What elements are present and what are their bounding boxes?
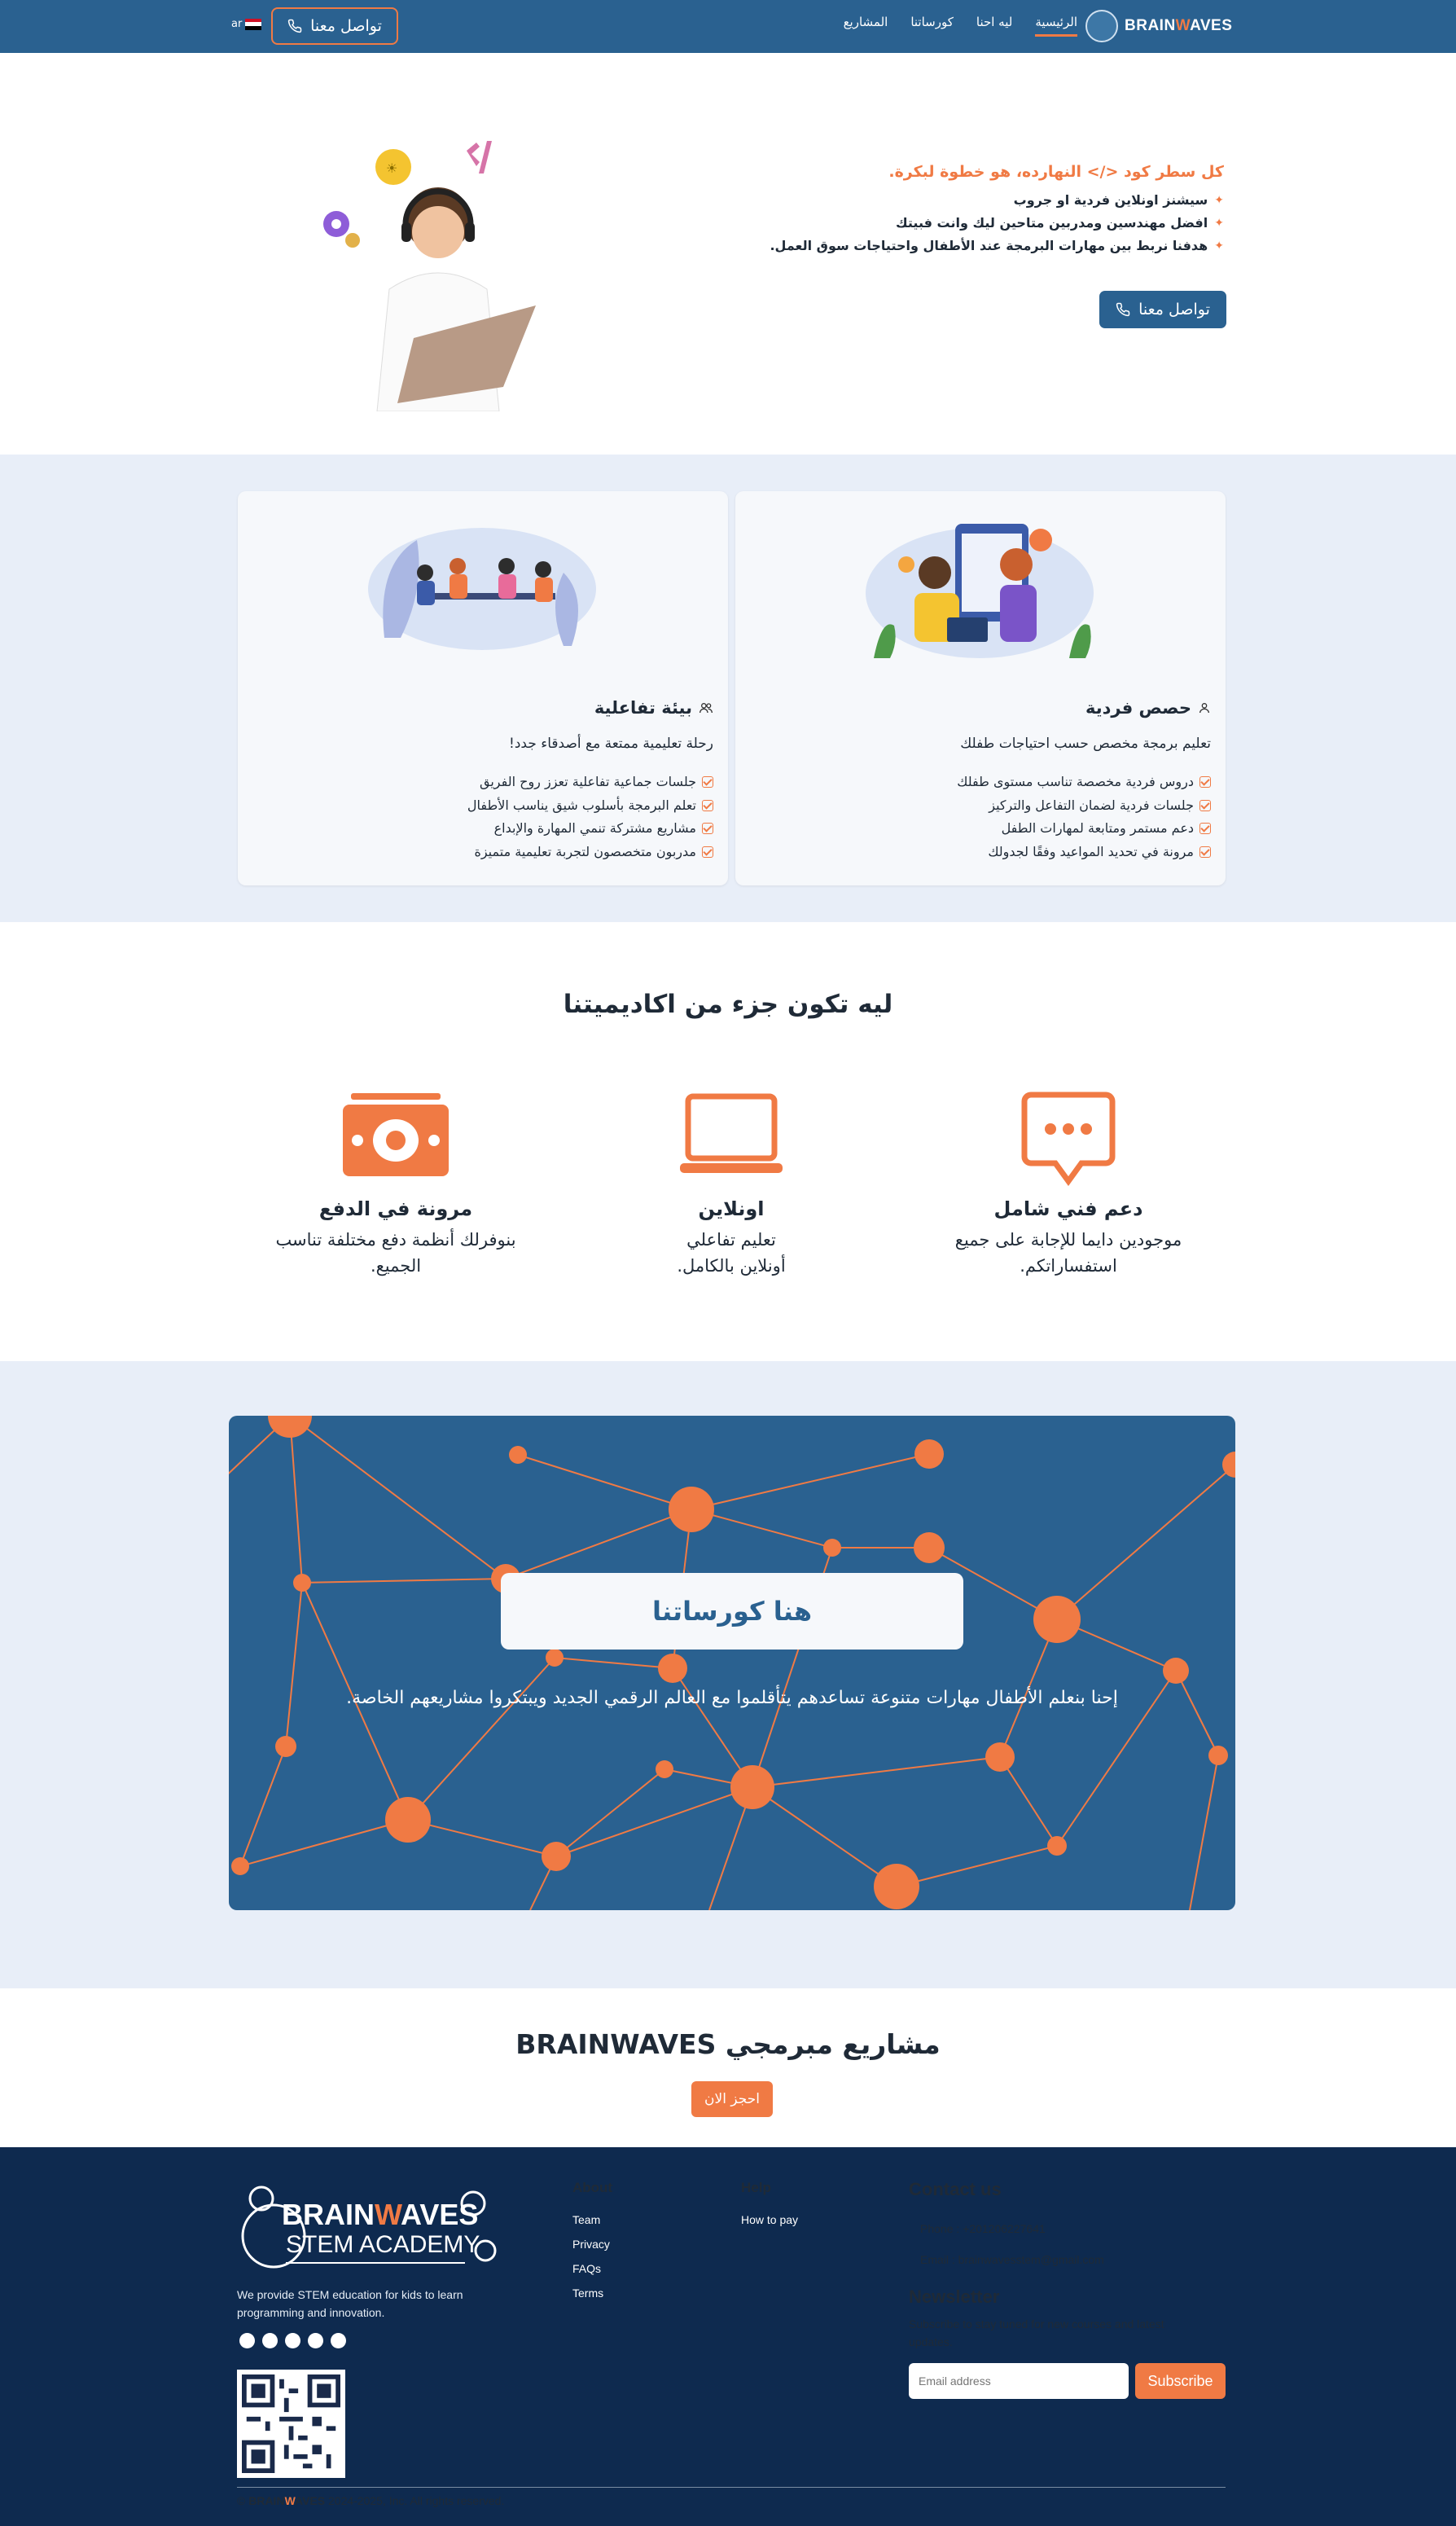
hero-title: كل سطر كود </> النهارده، هو خطوة لبكرة. <box>888 163 1224 181</box>
list-item: مدربون متخصصون لتجربة تعليمية متميزة <box>467 841 713 864</box>
brand-logo[interactable]: BRAINWAVES <box>1085 8 1232 44</box>
why-item-support: دعم فني شامل موجودين دايما للإجابة على ج… <box>946 1092 1191 1279</box>
card-interactive: بيئة تفاعلية رحلة تعليمية ممتعة مع أصدقا… <box>238 491 728 885</box>
qr-code <box>237 2370 345 2478</box>
list-item: ✦ هدفنا نربط بين مهارات البرمجة عند الأطف… <box>768 235 1224 257</box>
nav-contact-button[interactable]: تواصل معنا <box>271 7 398 45</box>
laptop-icon <box>680 1093 783 1173</box>
tiktok-icon[interactable] <box>285 2333 300 2348</box>
card-individual: حصص فردية تعليم برمجة مخصص حسب احتياجات … <box>735 491 1226 885</box>
why-item-payment: مرونة في الدفع بنوفرلك أنظمة دفع مختلفة … <box>274 1092 518 1279</box>
contact-phone[interactable]: Phone : +201206227641 <box>920 2213 1104 2244</box>
social-links <box>239 2333 346 2348</box>
svg-text:☀: ☀ <box>386 160 397 176</box>
check-icon <box>1199 846 1211 858</box>
card-subtitle: رحلة تعليمية ممتعة مع أصدقاء جدد! <box>509 736 713 752</box>
hero-text: كل سطر كود </> النهارده، هو خطوة لبكرة. … <box>768 163 1224 257</box>
youtube-icon[interactable] <box>331 2333 346 2348</box>
newsletter-email-input[interactable] <box>909 2363 1129 2399</box>
footer-link-faqs[interactable]: FAQs <box>572 2256 612 2281</box>
list-item: تعلم البرمجة بأسلوب شيق يناسب الأطفال <box>467 794 713 818</box>
footer-link-terms[interactable]: Terms <box>572 2281 612 2305</box>
nav-link-why-us[interactable]: ليه احنا <box>976 15 1012 37</box>
egypt-flag-icon <box>245 18 262 30</box>
list-item: جلسات فردية لضمان التفاعل والتركيز <box>957 794 1211 818</box>
check-icon <box>1199 799 1211 811</box>
courses-banner <box>229 1416 1235 1910</box>
users-icon <box>699 703 713 714</box>
why-item-online: اونلاين تعليم تفاعلي أونلاين بالكامل. <box>609 1092 853 1279</box>
book-now-button[interactable]: احجز الان <box>691 2081 773 2117</box>
phone-icon <box>287 19 302 33</box>
network-background <box>229 1416 1235 1910</box>
footer-description: We provide STEM education for kids to le… <box>237 2288 463 2319</box>
list-item: مشاريع مشتركة تنمي المهارة والإبداع <box>467 817 713 841</box>
contact-email[interactable]: Email : brainwavesstem@gmail.com <box>920 2244 1104 2275</box>
list-item: مرونة في تحديد المواعيد وفقًا لجدولك <box>957 841 1211 864</box>
check-icon <box>702 846 713 858</box>
footer-logo: BRAINWAVES STEM ACADEMY <box>241 2186 497 2269</box>
money-icon <box>343 1093 449 1176</box>
list-item: جلسات جماعية تفاعلية تعزز روح الفريق <box>467 771 713 794</box>
sparkle-icon: ✦ <box>1214 239 1224 253</box>
facebook-icon[interactable] <box>239 2333 255 2348</box>
footer-logo-brand: BRAINWAVES <box>282 2198 478 2231</box>
nav-link-projects[interactable]: المشاريع <box>844 15 888 37</box>
language-switcher[interactable]: ar <box>231 18 262 30</box>
group-illustration <box>368 528 596 650</box>
hero-contact-button[interactable]: تواصل معنا <box>1099 291 1226 328</box>
card-title: حصص فردية <box>1085 698 1211 718</box>
projects-title: مشاريع مبرمجي BRAINWAVES <box>515 2028 941 2060</box>
nav-link-home[interactable]: الرئيسية <box>1035 15 1077 37</box>
tutor-illustration <box>866 524 1094 658</box>
card-list: جلسات جماعية تفاعلية تعزز روح الفريق تعل… <box>467 771 713 863</box>
footer-logo-subtitle: STEM ACADEMY <box>286 2231 480 2258</box>
list-item: ✦ افضل مهندسين ومدربين متاحين ليك وانت فب… <box>768 212 1224 235</box>
list-item: دروس فردية مخصصة تناسب مستوى طفلك <box>957 771 1211 794</box>
hero-illustration: ☀ <box>323 141 536 411</box>
footer-contact: Contact us Phone : +201206227641 Email :… <box>909 2179 1104 2275</box>
list-item: دعم مستمر ومتابعة لمهارات الطفل <box>957 817 1211 841</box>
footer-about: About Team Privacy FAQs Terms <box>572 2180 612 2305</box>
courses-text: إحنا بنعلم الأطفال مهارات متنوعة تساعدهم… <box>346 1688 1118 1708</box>
top-navbar: BRAINWAVES الرئيسية ليه احنا كورساتنا ال… <box>0 0 1456 53</box>
courses-title: هنا كورساتنا <box>501 1573 963 1650</box>
card-list: دروس فردية مخصصة تناسب مستوى طفلك جلسات … <box>957 771 1211 863</box>
features-section <box>0 455 1456 922</box>
sparkle-icon: ✦ <box>1214 194 1224 207</box>
user-icon <box>1199 703 1209 714</box>
hero-points: ✦ سيشنز اونلاين فردية او جروب ✦ افضل مهندس… <box>768 189 1224 257</box>
subscribe-button[interactable]: Subscribe <box>1135 2363 1226 2399</box>
brain-icon <box>1085 10 1118 42</box>
footer-help: Help How to pay <box>741 2180 798 2232</box>
copyright: © BRAINWAVES 2024-2025, Inc. All rights … <box>237 2494 505 2507</box>
footer-link-team[interactable]: Team <box>572 2208 612 2232</box>
newsletter-title: Newsletter <box>909 2287 1000 2307</box>
check-icon <box>702 799 713 811</box>
nav-links: الرئيسية ليه احنا كورساتنا المشاريع <box>844 15 1077 37</box>
list-item: ✦ سيشنز اونلاين فردية او جروب <box>768 189 1224 212</box>
why-section-title: ليه تكون جزء من اكاديميتنا <box>563 990 893 1019</box>
card-title: بيئة تفاعلية <box>594 698 713 718</box>
sparkle-icon: ✦ <box>1214 217 1224 230</box>
footer-divider <box>237 2487 1226 2488</box>
check-icon <box>702 776 713 789</box>
phone-icon <box>1116 302 1130 317</box>
card-subtitle: تعليم برمجة مخصص حسب احتياجات طفلك <box>960 736 1211 752</box>
check-icon <box>702 823 713 835</box>
footer-link-privacy[interactable]: Privacy <box>572 2232 612 2256</box>
whatsapp-icon[interactable] <box>308 2333 323 2348</box>
chat-icon <box>1021 1092 1116 1186</box>
check-icon <box>1199 823 1211 835</box>
nav-link-courses[interactable]: كورساتنا <box>910 15 954 37</box>
check-icon <box>1199 776 1211 789</box>
newsletter-text: Subscribe to stay tuned for new courses … <box>909 2317 1164 2348</box>
footer-link-how-to-pay[interactable]: How to pay <box>741 2208 798 2232</box>
instagram-icon[interactable] <box>262 2333 278 2348</box>
footer <box>0 2147 1456 2526</box>
